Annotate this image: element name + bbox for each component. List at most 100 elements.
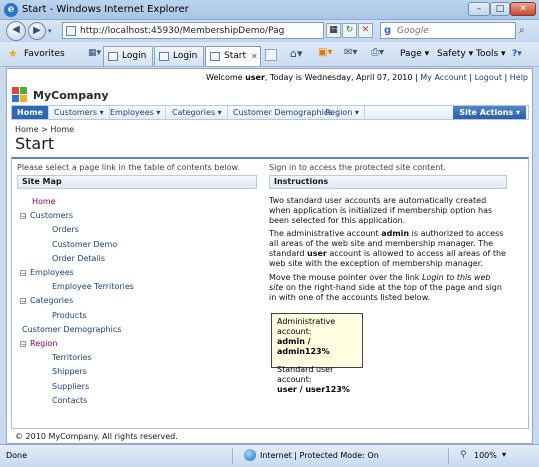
site-map-item[interactable]: Orders [46, 225, 79, 234]
site-map-item[interactable]: Shippers [46, 367, 87, 376]
home-icon[interactable]: ⌂▾ [290, 47, 303, 60]
favorites-star-icon[interactable]: ★ [8, 47, 18, 60]
site-map-item[interactable]: − Categories [20, 296, 73, 305]
site-map-item[interactable]: Order Details [46, 254, 105, 263]
tab-start[interactable]: Start ✕ [205, 46, 261, 66]
logout-link[interactable]: Logout [475, 73, 502, 82]
site-map-tree: Home − Customers Orders Customer Demo Order D… [20, 197, 255, 417]
search-placeholder: Google [397, 26, 429, 36]
admin-keyword: admin [381, 229, 410, 238]
site-map-item[interactable]: Customer Demographics [20, 325, 121, 334]
menu-customers[interactable]: Customers ▾ [49, 106, 110, 119]
quick-tabs-icon[interactable]: ▦▾ [88, 48, 101, 58]
web-page: Welcome user, Today is Wednesday, April … [6, 68, 533, 444]
zoom-level[interactable]: 100% [474, 451, 497, 460]
address-field[interactable]: http://localhost:45930/MembershipDemo/Pa… [62, 22, 324, 39]
site-map-item[interactable]: Contacts [46, 396, 87, 405]
site-map-link[interactable]: Employee Territories [52, 282, 134, 291]
site-map-link[interactable]: Customers [30, 211, 73, 220]
collapse-toggle-icon[interactable]: − [20, 298, 26, 305]
site-map-item[interactable]: Employee Territories [46, 282, 134, 291]
site-map-link[interactable]: Contacts [52, 396, 87, 405]
site-map-link[interactable]: Employees [30, 268, 74, 277]
site-map-link[interactable]: Territories [52, 353, 92, 362]
menu-region[interactable]: Region ▾ [320, 106, 365, 119]
close-window-button[interactable]: ✕ [510, 2, 536, 16]
breadcrumb: Home > Home [15, 125, 75, 134]
close-tab-icon[interactable]: ✕ [251, 47, 258, 66]
back-button[interactable]: ◀ [6, 21, 26, 41]
security-zone[interactable]: Internet | Protected Mode: On [260, 451, 379, 460]
page-menu[interactable]: Page ▾ [400, 49, 429, 59]
recent-pages-chevron-icon[interactable]: ▾ [48, 27, 52, 35]
maximize-button[interactable]: □ [490, 2, 510, 16]
status-divider [232, 448, 233, 464]
site-actions-button[interactable]: Site Actions ▾ [453, 106, 526, 119]
content-area: Please select a page link in the table o… [11, 157, 529, 429]
page-footer: © 2010 MyCompany. All rights reserved. [11, 431, 529, 443]
help-link[interactable]: Help [510, 73, 528, 82]
user-topbar: Welcome user, Today is Wednesday, April … [7, 69, 532, 85]
site-map-item[interactable]: Territories [46, 353, 92, 362]
search-icon[interactable]: ⌕ [519, 25, 525, 36]
site-map-link[interactable]: Products [52, 311, 87, 320]
favorites-button[interactable]: Favorites [24, 49, 65, 59]
welcome-date: , Today is Wednesday, April 07, 2010 [264, 73, 413, 82]
admin-account-label: Administrative account: [277, 317, 336, 336]
site-map-item[interactable]: Products [46, 311, 87, 320]
page-title: Start [15, 134, 55, 153]
tab-label: Start [224, 51, 246, 61]
my-account-link[interactable]: My Account [420, 73, 466, 82]
site-map-header: Site Map [17, 175, 257, 189]
tab-login-1[interactable]: Login [103, 46, 153, 66]
print-icon[interactable]: ⎙▾ [371, 47, 384, 58]
menu-employees[interactable]: Employees ▾ [105, 106, 167, 119]
menu-home[interactable]: Home [12, 106, 49, 119]
collapse-toggle-icon[interactable]: − [20, 341, 26, 348]
window-title-bar[interactable]: e Start - Windows Internet Explorer – □ … [0, 0, 539, 20]
site-map-item[interactable]: Customer Demo [46, 240, 117, 249]
compatibility-view-icon[interactable]: ▦ [326, 23, 341, 38]
collapse-toggle-icon[interactable]: − [20, 213, 26, 220]
mail-icon[interactable]: ✉▾ [344, 47, 357, 58]
tools-menu[interactable]: Tools ▾ [476, 49, 506, 59]
company-name: MyCompany [33, 89, 109, 102]
site-map-link[interactable]: Suppliers [52, 382, 89, 391]
forward-button[interactable]: ▶ [28, 22, 46, 40]
site-map-item[interactable]: − Employees [20, 268, 74, 277]
site-map-link[interactable]: Order Details [52, 254, 105, 263]
status-bar: Done Internet | Protected Mode: On ⚲ 100… [0, 444, 539, 467]
tab-login-2[interactable]: Login [154, 46, 204, 66]
page-icon [210, 52, 220, 61]
site-map-link[interactable]: Orders [52, 225, 79, 234]
site-map-item[interactable]: Suppliers [46, 382, 89, 391]
refresh-button[interactable]: ↻ [342, 23, 357, 38]
instructions-text: on the right-hand side at the top of the… [269, 283, 502, 302]
site-map-link[interactable]: Home [32, 197, 56, 206]
site-map-link[interactable]: Region [30, 339, 57, 348]
help-menu[interactable]: ?▾ [512, 49, 522, 59]
zoom-icon[interactable]: ⚲ [460, 450, 467, 460]
site-map-item[interactable]: − Region [20, 339, 57, 348]
site-map-item[interactable]: − Customers [20, 211, 73, 220]
zoom-chevron-icon[interactable]: ▾ [502, 450, 506, 459]
internet-globe-icon [244, 449, 256, 461]
minimize-button[interactable]: – [468, 2, 490, 16]
instructions-header: Instructions [269, 175, 507, 189]
site-map-link[interactable]: Customer Demographics [22, 325, 121, 334]
site-map-item[interactable]: Home [20, 197, 56, 206]
collapse-toggle-icon[interactable]: − [20, 270, 26, 277]
menu-categories[interactable]: Categories ▾ [167, 106, 228, 119]
user-account-label: Standard user account: [277, 365, 334, 384]
feeds-icon[interactable]: ▣▾ [318, 47, 332, 58]
search-field[interactable]: g Google [380, 22, 516, 39]
stop-button[interactable]: ✕ [358, 23, 373, 38]
safety-menu[interactable]: Safety ▾ [437, 49, 473, 59]
new-tab-button[interactable] [265, 49, 277, 61]
separator: | [504, 73, 508, 82]
site-map-link[interactable]: Shippers [52, 367, 87, 376]
credentials-box: Administrative account: admin / admin123… [271, 313, 363, 394]
site-map-link[interactable]: Customer Demo [52, 240, 117, 249]
site-map-link[interactable]: Categories [30, 296, 73, 305]
address-url[interactable]: http://localhost:45930/MembershipDemo/Pa… [80, 26, 284, 36]
